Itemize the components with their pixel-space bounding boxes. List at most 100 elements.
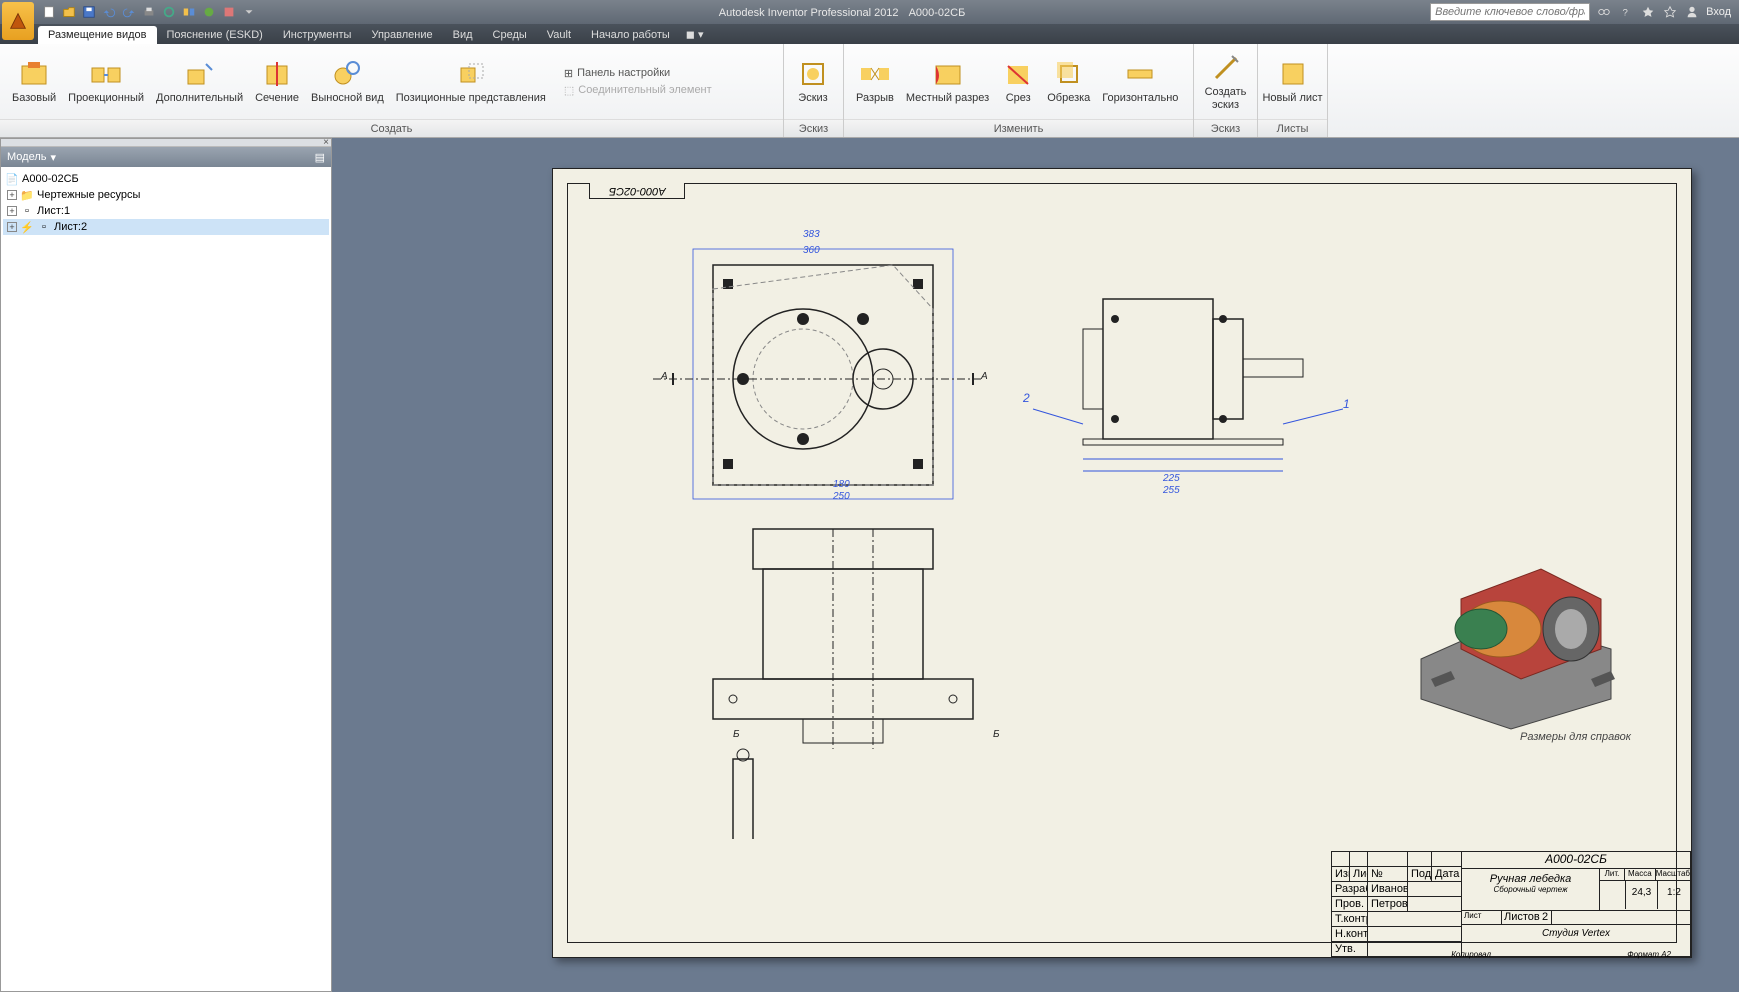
dim-360: 360 [803, 245, 820, 256]
tree-root[interactable]: 📄 А000-02СБ [3, 171, 329, 187]
ribbon: Базовый Проекционный Дополнительный Сече… [0, 44, 1739, 138]
tab-getstarted[interactable]: Начало работы [581, 26, 680, 44]
dim-250: 250 [833, 491, 850, 502]
label-A-left: А [661, 371, 668, 382]
tab-vault[interactable]: Vault [537, 26, 581, 44]
search-input[interactable] [1430, 3, 1590, 21]
open-icon[interactable] [60, 3, 78, 21]
binoculars-icon[interactable] [1596, 4, 1612, 20]
qat-dropdown-icon[interactable] [240, 3, 258, 21]
close-icon[interactable]: × [323, 137, 329, 148]
ribbon-tabs: Размещение видов Пояснение (ESKD) Инстру… [0, 24, 1739, 44]
crop-icon [1053, 58, 1085, 90]
title-block[interactable]: Изм. Лист № докум. Подп. Дата Разраб.Ива… [1331, 851, 1691, 957]
panel-title-modify: Изменить [844, 119, 1193, 137]
section-view-icon [261, 58, 293, 90]
print-icon[interactable] [140, 3, 158, 21]
callout-1: 1 [1343, 397, 1350, 411]
projected-view-button[interactable]: Проекционный [62, 56, 150, 106]
break-icon [859, 58, 891, 90]
panel-title-sheets: Листы [1258, 119, 1327, 137]
panel-settings-icon: ⊞ [564, 67, 573, 80]
dim-225: 225 [1163, 473, 1180, 484]
positional-button[interactable]: Позиционные представления [390, 56, 552, 106]
footer-format: Формат А2 [1627, 950, 1671, 959]
horizontal-button[interactable]: Горизонтально [1096, 56, 1184, 106]
dim-383: 383 [803, 229, 820, 240]
drawing-canvas[interactable]: А000-02СБ 383 360 180 250 [332, 138, 1739, 992]
side-view[interactable] [1063, 259, 1323, 489]
break-button[interactable]: Разрыв [850, 56, 900, 106]
qat-icon[interactable] [180, 3, 198, 21]
folder-icon: 📁 [20, 188, 34, 202]
browser-title-bar[interactable]: Модель ▾ ▤ [1, 147, 331, 167]
qat-icon3[interactable] [220, 3, 238, 21]
base-view-button[interactable]: Базовый [6, 56, 62, 106]
top-view[interactable] [653, 229, 993, 509]
undo-icon[interactable] [100, 3, 118, 21]
footer-copied: Копировал [1451, 950, 1491, 959]
sketch-icon [797, 58, 829, 90]
drawing-sheet[interactable]: А000-02СБ 383 360 180 250 [552, 168, 1692, 958]
title-bar: Autodesk Inventor Professional 2012 А000… [0, 0, 1739, 24]
model-browser: × Модель ▾ ▤ 📄 А000-02СБ + 📁 Чертежные р… [0, 138, 332, 992]
chevron-down-icon: ▾ [50, 151, 56, 164]
tab-environments[interactable]: Среды [483, 26, 537, 44]
svg-text:?: ? [1623, 8, 1628, 19]
create-sketch-button[interactable]: Создатьэскиз [1200, 50, 1251, 112]
cut-button[interactable]: Срез [995, 56, 1041, 106]
new-icon[interactable] [40, 3, 58, 21]
panel-title-sketch2: Эскиз [1194, 119, 1257, 137]
expand-icon[interactable]: + [7, 190, 17, 200]
lightning-icon: ⚡ [20, 220, 34, 234]
panel-settings-button[interactable]: ⊞ Панель настройки [564, 67, 712, 80]
detail-view-button[interactable]: Выносной вид [305, 56, 390, 106]
label-A-right: А [981, 371, 988, 382]
tree-sheet1[interactable]: + ▫ Лист:1 [3, 203, 329, 219]
tree-sheet2[interactable]: + ⚡ ▫ Лист:2 [3, 219, 329, 235]
browser-filter-icon[interactable]: ▤ [315, 151, 325, 164]
sheet-label: А000-02СБ [589, 183, 685, 199]
tab-view[interactable]: Вид [443, 26, 483, 44]
window-title: Autodesk Inventor Professional 2012 А000… [262, 5, 1422, 19]
new-sheet-button[interactable]: Новый лист [1264, 56, 1321, 106]
panel-title-sketch: Эскиз [784, 119, 843, 137]
new-sheet-icon [1277, 58, 1309, 90]
auxiliary-view-button[interactable]: Дополнительный [150, 56, 249, 106]
connector-button: ⬚ Соединительный элемент [564, 84, 712, 97]
browser-head: × [1, 139, 331, 147]
expand-icon[interactable]: + [7, 206, 17, 216]
isometric-view[interactable] [1381, 479, 1661, 739]
qat-icon2[interactable] [200, 3, 218, 21]
app-menu-button[interactable] [2, 2, 34, 40]
cut-icon [1002, 58, 1034, 90]
star2-icon[interactable] [1662, 4, 1678, 20]
auxiliary-view-icon [184, 58, 216, 90]
sketch-button[interactable]: Эскиз [790, 56, 836, 106]
tree-resources[interactable]: + 📁 Чертежные ресурсы [3, 187, 329, 203]
help-icon[interactable]: ? [1618, 4, 1634, 20]
dim-255: 255 [1163, 485, 1180, 496]
refresh-icon[interactable] [160, 3, 178, 21]
local-section-icon [932, 58, 964, 90]
tab-tools[interactable]: Инструменты [273, 26, 362, 44]
projected-view-icon [90, 58, 122, 90]
user-icon[interactable] [1684, 4, 1700, 20]
main-area: × Модель ▾ ▤ 📄 А000-02СБ + 📁 Чертежные р… [0, 138, 1739, 992]
tab-extra[interactable]: ◼ ▾ [680, 25, 710, 44]
login-link[interactable]: Вход [1706, 6, 1731, 18]
panel-title-create: Создать [0, 119, 783, 137]
tab-annotation[interactable]: Пояснение (ESKD) [157, 26, 273, 44]
tab-placement[interactable]: Размещение видов [38, 26, 157, 44]
star-icon[interactable] [1640, 4, 1656, 20]
front-view[interactable] [673, 519, 1013, 839]
tab-manage[interactable]: Управление [361, 26, 442, 44]
horizontal-icon [1124, 58, 1156, 90]
crop-button[interactable]: Обрезка [1041, 56, 1096, 106]
label-B-left: Б [733, 729, 740, 740]
redo-icon[interactable] [120, 3, 138, 21]
save-icon[interactable] [80, 3, 98, 21]
expand-icon[interactable]: + [7, 222, 17, 232]
local-section-button[interactable]: Местный разрез [900, 56, 995, 106]
section-view-button[interactable]: Сечение [249, 56, 305, 106]
